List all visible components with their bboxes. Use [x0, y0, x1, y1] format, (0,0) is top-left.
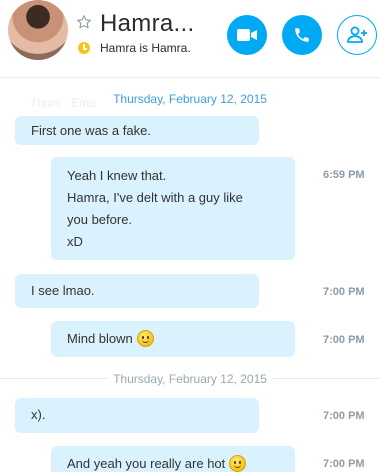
message-timestamp: 7:00 PM	[323, 410, 365, 422]
audio-call-button[interactable]	[282, 15, 322, 55]
message-text: First one was a fake.	[31, 123, 151, 138]
message-text-content: Mind blown	[67, 331, 133, 346]
phone-icon	[295, 28, 309, 42]
outgoing-message[interactable]: And yeah you really are hot	[51, 446, 295, 472]
incoming-message[interactable]: First one was a fake.	[15, 116, 259, 145]
outgoing-message[interactable]: Yeah I knew that. Hamra, I've delt with …	[51, 157, 295, 260]
outgoing-message[interactable]: Mind blown	[51, 321, 295, 357]
smiley-emoticon-icon	[136, 330, 154, 347]
message-timestamp: 7:00 PM	[323, 458, 365, 470]
date-separator: Thursday, February 12, 2015	[0, 372, 380, 386]
smiley-emoticon-icon	[229, 455, 247, 472]
message-text: And yeah you really are hot	[67, 453, 279, 472]
message-text: you before.	[67, 212, 133, 227]
date-separator: Thursday, February 12, 2015	[0, 92, 380, 106]
away-status-icon	[78, 42, 90, 54]
contact-name[interactable]: Hamra...	[100, 10, 194, 38]
video-camera-icon	[237, 29, 257, 41]
message-text: xD	[67, 234, 83, 249]
message-text-content: And yeah you really are hot	[67, 456, 226, 471]
date-label: Thursday, February 12, 2015	[107, 372, 273, 386]
add-person-icon	[347, 26, 367, 43]
message-text: x).	[31, 407, 46, 422]
message-text: I see lmao.	[31, 283, 95, 298]
conversation-header: Hamra... Hamra is Hamra.	[0, 0, 380, 78]
add-participant-button[interactable]	[337, 15, 377, 55]
contact-avatar[interactable]	[8, 0, 68, 60]
contact-mood-message: Hamra is Hamra.	[100, 41, 191, 55]
message-list[interactable]: Thurs · Ema Thursday, February 12, 2015 …	[0, 78, 380, 472]
message-text: Mind blown	[67, 328, 279, 350]
video-call-button[interactable]	[227, 15, 267, 55]
favorite-star-icon[interactable]	[76, 14, 92, 30]
date-label: Thursday, February 12, 2015	[107, 92, 273, 106]
message-timestamp: 7:00 PM	[323, 334, 365, 346]
message-timestamp: 7:00 PM	[323, 286, 365, 298]
message-text: Hamra, I've delt with a guy like	[67, 190, 243, 205]
message-timestamp: 6:59 PM	[323, 169, 365, 181]
incoming-message[interactable]: x).	[15, 398, 259, 433]
message-text: Yeah I knew that.	[67, 168, 167, 183]
incoming-message[interactable]: I see lmao.	[15, 274, 259, 308]
